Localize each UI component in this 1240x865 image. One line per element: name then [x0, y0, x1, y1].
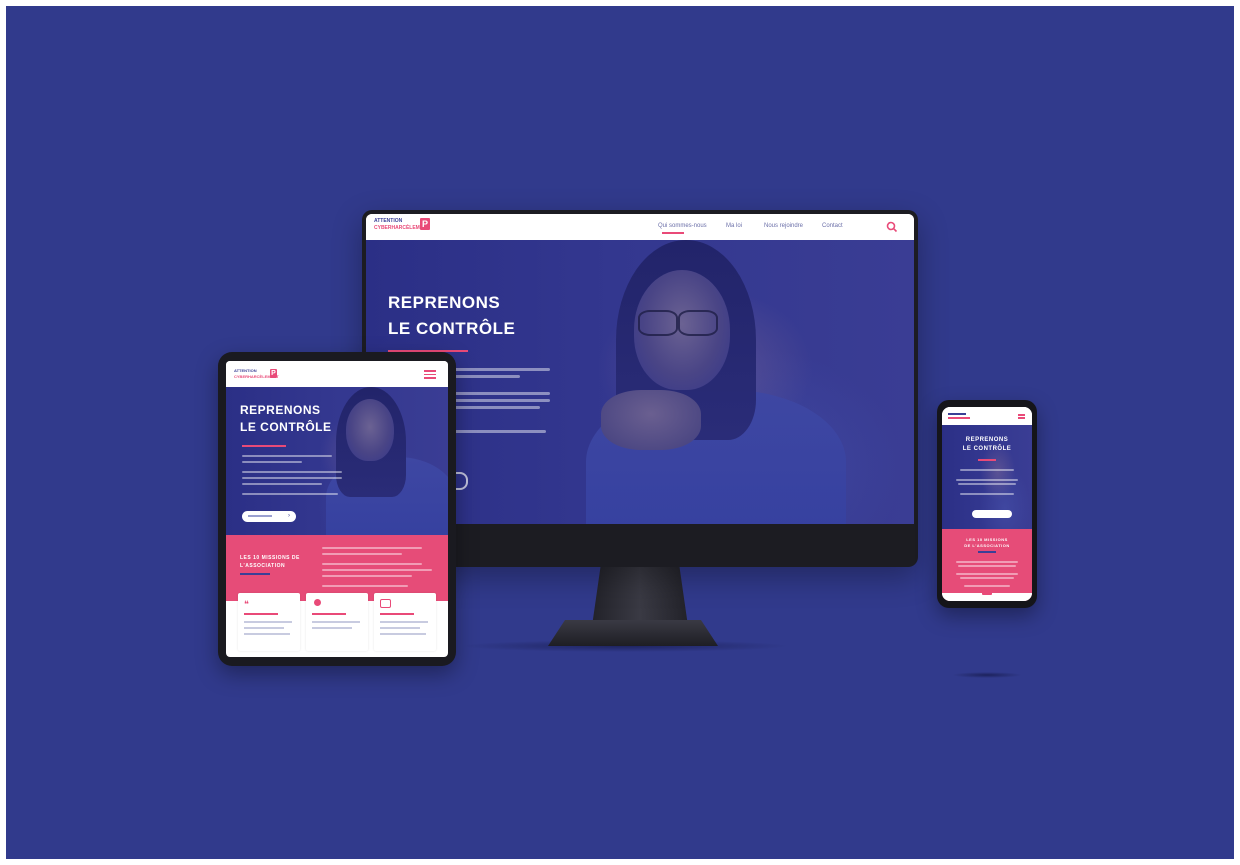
mobile-hero-text-line	[960, 469, 1014, 471]
tablet-hero-underline	[242, 445, 286, 447]
person-icon	[314, 599, 321, 606]
mobile-hero-text-line	[958, 483, 1016, 485]
desktop-logo-line1: ATTENTION	[374, 218, 403, 224]
tablet-hero-text-line	[242, 477, 342, 479]
tablet-navbar: ATTENTION CYBERHARCÈLEMENT P	[226, 361, 448, 387]
desktop-hero-title-line1: REPRENONS	[388, 293, 501, 312]
tablet-panel-underline	[240, 573, 270, 575]
tablet-mission-card[interactable]	[306, 593, 368, 651]
desktop-hero-text-line	[450, 430, 546, 433]
mobile-hero-text-line	[960, 493, 1014, 495]
mobile-logo[interactable]	[948, 413, 966, 415]
mobile-panel-text-line	[956, 573, 1018, 575]
mobile-navbar	[942, 407, 1032, 425]
nav-active-indicator	[662, 232, 684, 234]
tablet-panel-text-line	[322, 547, 422, 549]
mobile-panel-text-line	[958, 565, 1016, 567]
desktop-hero-text-line	[450, 399, 550, 402]
mobile-panel-text-line	[956, 561, 1018, 563]
tablet-panel-text-line	[322, 575, 412, 577]
tablet-panel-text-line	[322, 585, 408, 587]
mobile-hero-underline	[978, 459, 996, 461]
mobile-card-icon	[982, 591, 992, 595]
tablet-logo-line1: ATTENTION	[234, 368, 257, 373]
tablet-hero: REPRENONS LE CONTRÔLE ›	[226, 387, 448, 535]
tablet-screen: ATTENTION CYBERHARCÈLEMENT P REPRENONS L…	[226, 361, 448, 657]
desktop-hero-text-line	[450, 375, 520, 378]
tablet-card-text	[244, 627, 284, 629]
hero-glasses-left	[638, 310, 678, 336]
tablet-hero-text-line	[242, 483, 322, 485]
tablet-card-title	[312, 613, 346, 615]
chat-icon	[380, 599, 391, 608]
tablet-card-text	[380, 621, 428, 623]
tablet-cta-button[interactable]: ›	[242, 511, 296, 522]
desktop-hero-text-line	[450, 406, 540, 409]
mobile-hero: REPRENONS LE CONTRÔLE	[942, 425, 1032, 529]
hero-glasses-right	[678, 310, 718, 336]
mobile-missions-panel: LES 10 MISSIONS DE L'ASSOCIATION	[942, 529, 1032, 601]
tablet-card-text	[244, 621, 292, 623]
mobile-menu-icon[interactable]	[1018, 414, 1025, 416]
desktop-cta-button[interactable]	[456, 472, 468, 490]
tablet-hero-text-line	[242, 471, 342, 473]
tablet-panel-text-line	[322, 563, 422, 565]
tablet-cta-label	[248, 515, 272, 517]
tablet-logo-mark[interactable]: P	[270, 369, 277, 378]
search-icon[interactable]	[886, 221, 898, 233]
mobile-panel-underline	[978, 551, 996, 553]
tablet-hero-text-line	[242, 455, 332, 457]
tablet-hero-title-line1: REPRENONS	[240, 403, 321, 417]
desktop-hero-title-line2: LE CONTRÔLE	[388, 319, 516, 338]
tablet-panel-title-line2: L'ASSOCIATION	[240, 563, 286, 569]
hamburger-icon[interactable]	[424, 370, 436, 379]
nav-item-about[interactable]: Qui sommes-nous	[658, 223, 707, 229]
mobile-hero-title-line2: LE CONTRÔLE	[962, 446, 1012, 452]
mobile-panel-text-line	[960, 577, 1014, 579]
desktop-hero-text-line	[450, 392, 550, 395]
tablet-hero-title-line2: LE CONTRÔLE	[240, 420, 332, 434]
tablet-mission-card[interactable]	[374, 593, 436, 651]
mobile-screen: REPRENONS LE CONTRÔLE LES 10 MISSIONS DE…	[942, 407, 1032, 601]
desktop-hero-text-line	[450, 368, 550, 371]
mobile-panel-title-line1: LES 10 MISSIONS	[966, 537, 1008, 542]
arrow-right-icon: ›	[288, 513, 290, 519]
desktop-navbar: ATTENTION CYBERHARCÈLEMENT P Qui sommes-…	[366, 214, 914, 240]
tablet-hero-person-face	[346, 399, 394, 461]
nav-item-join[interactable]: Nous rejoindre	[764, 223, 803, 229]
mobile-panel-title-line2: DE L'ASSOCIATION	[964, 543, 1010, 548]
megaphone-icon: ❝	[244, 599, 249, 609]
mobile-hero-text-line	[956, 479, 1018, 481]
monitor-stand-neck	[592, 567, 688, 625]
tablet-hero-text-line	[242, 461, 302, 463]
mobile-logo-sub	[948, 417, 970, 419]
mobile-panel-text-line	[964, 585, 1010, 587]
tablet-card-title	[380, 613, 414, 615]
tablet-card-text	[312, 621, 360, 623]
nav-item-law[interactable]: Ma loi	[726, 223, 742, 229]
mobile-cta-button[interactable]	[972, 510, 1012, 518]
tablet-card-text	[380, 633, 426, 635]
mobile-hero-title-line1: REPRENONS	[965, 437, 1009, 443]
desktop-logo-mark[interactable]: P	[420, 218, 430, 230]
tablet-mission-card[interactable]: ❝	[238, 593, 300, 651]
tablet-hero-text-line	[242, 493, 338, 495]
tablet-missions-panel: LES 10 MISSIONS DE L'ASSOCIATION	[226, 535, 448, 601]
phone-shadow	[952, 672, 1022, 678]
monitor-stand-base	[548, 620, 718, 646]
hero-hands	[601, 390, 701, 450]
tablet-card-text	[244, 633, 290, 635]
tablet-card-text	[380, 627, 420, 629]
tablet-card-title	[244, 613, 278, 615]
tablet-panel-text-line	[322, 569, 432, 571]
tablet-panel-text-line	[322, 553, 402, 555]
nav-item-contact[interactable]: Contact	[822, 223, 843, 229]
tablet-card-text	[312, 627, 352, 629]
tablet-panel-title-line1: LES 10 MISSIONS DE	[240, 555, 300, 561]
